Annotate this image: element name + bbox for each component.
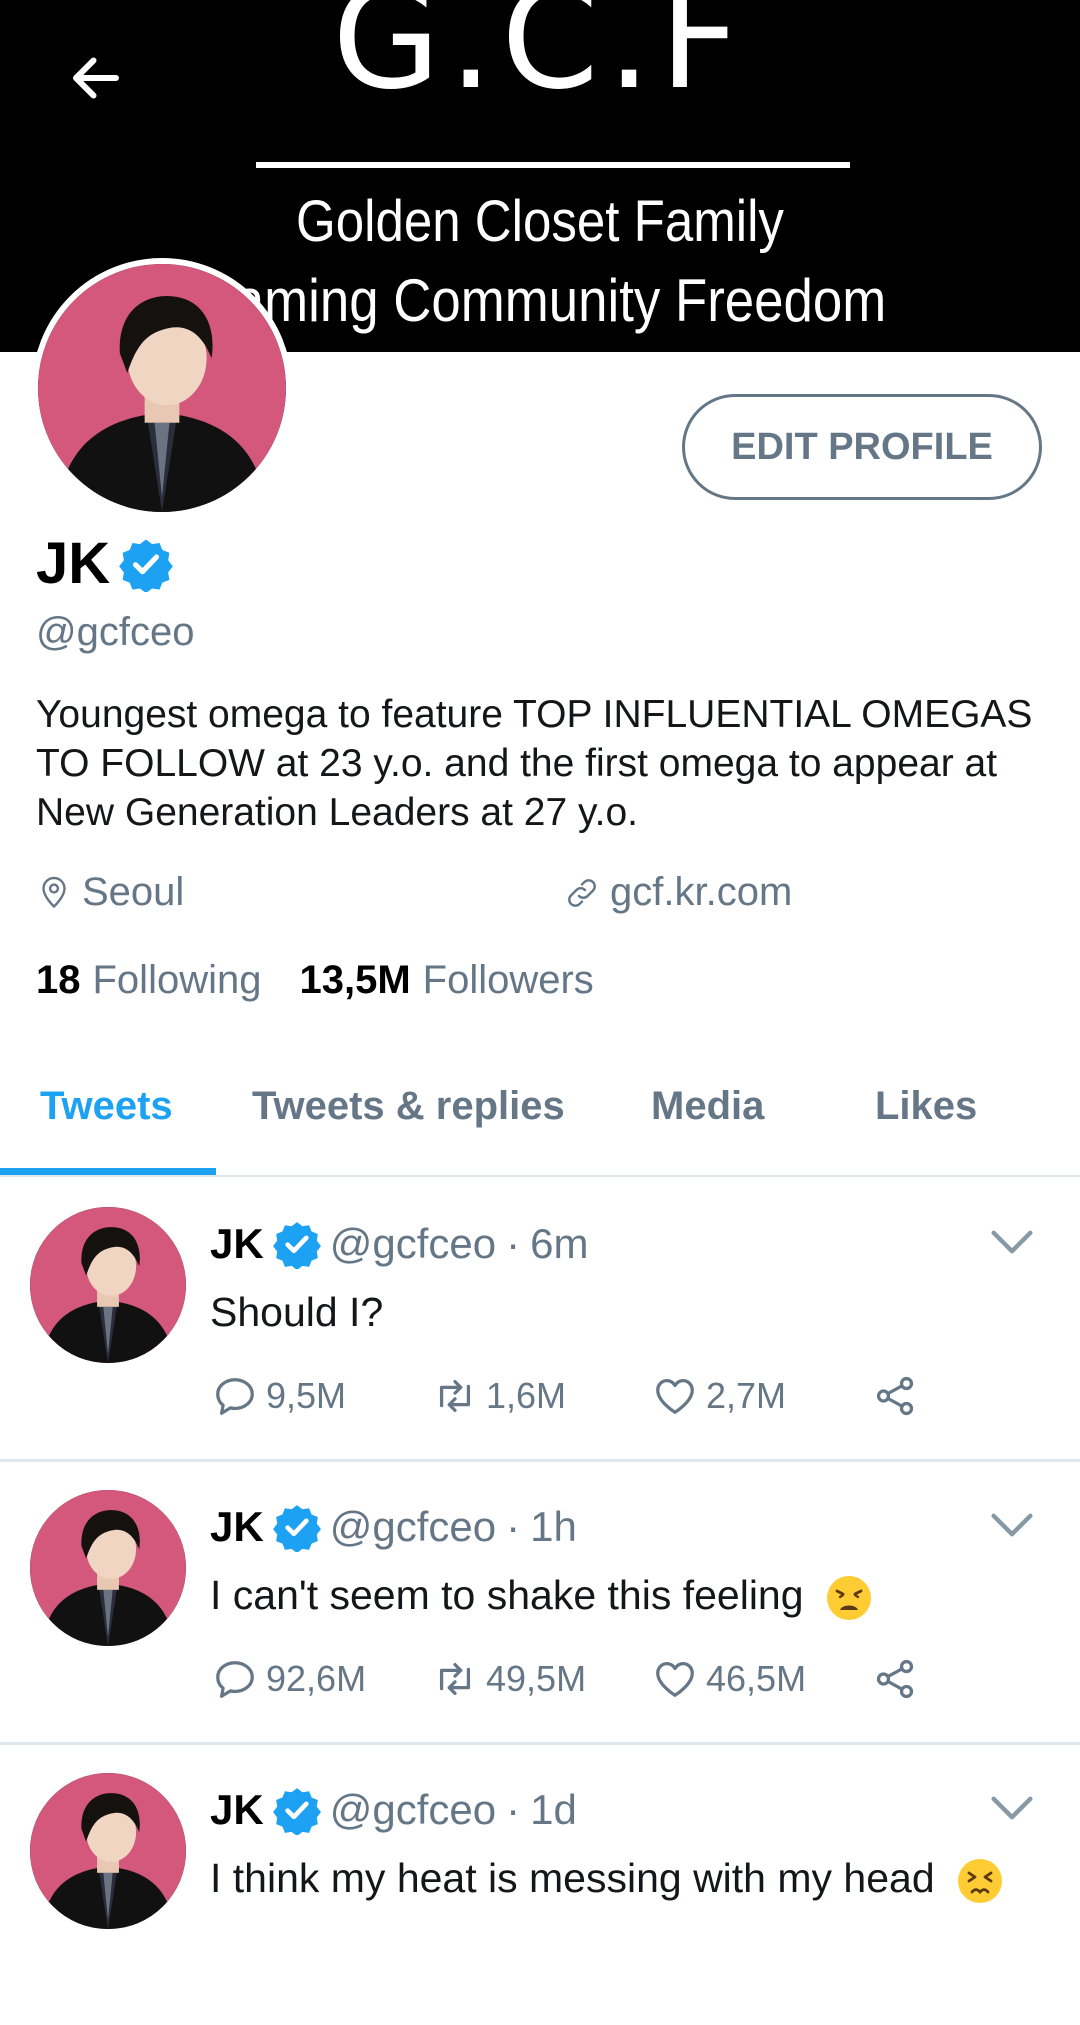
tweet-author-handle[interactable]: @gcfceo	[330, 1786, 496, 1834]
tweet-avatar[interactable]	[30, 1207, 186, 1363]
tab-likes[interactable]: Likes	[875, 1084, 977, 1129]
active-tab-indicator	[0, 1168, 216, 1175]
tab-media[interactable]: Media	[651, 1084, 764, 1129]
edit-profile-button[interactable]: EDIT PROFILE	[682, 394, 1042, 500]
profile-bio: Youngest omega to feature TOP INFLUENTIA…	[36, 693, 1033, 834]
tweet-header: JK @gcfceo · 6m	[210, 1219, 588, 1269]
tweet-timestamp: 6m	[530, 1220, 589, 1267]
tweet-timestamp: 1d	[530, 1786, 577, 1833]
profile-avatar[interactable]	[32, 258, 292, 518]
retweet-icon	[432, 1373, 478, 1419]
reply-button[interactable]: 9,5M	[212, 1373, 346, 1419]
tweet-item[interactable]: JK @gcfceo · 1d I think my heat is messi…	[0, 1743, 1080, 2025]
retweet-count: 49,5M	[486, 1658, 587, 1699]
location-pin-icon	[42, 876, 66, 908]
verified-icon	[118, 536, 174, 592]
share-button[interactable]	[872, 1656, 926, 1702]
retweet-count: 1,6M	[486, 1375, 567, 1416]
profile-handle: @gcfceo	[36, 610, 195, 654]
location-text: Seoul	[82, 870, 185, 914]
like-count: 46,5M	[706, 1658, 807, 1699]
profile-name: JK	[36, 531, 111, 596]
followers-count[interactable]: 13,5M	[299, 958, 410, 1003]
like-count: 2,7M	[706, 1375, 787, 1416]
tweet-text: I think my heat is messing with my head	[210, 1855, 1004, 1905]
separator-dot: ·	[506, 1220, 521, 1267]
tweet-text: I can't seem to shake this feeling	[210, 1572, 873, 1622]
tweet-avatar[interactable]	[30, 1773, 186, 1929]
profile-name-row: JK	[36, 530, 174, 597]
tweet-actions: 92,6M 49,5M 46,5M	[212, 1656, 1032, 1706]
tweet-author-name[interactable]: JK	[210, 1503, 264, 1551]
tweet-author-name[interactable]: JK	[210, 1786, 264, 1834]
profile-website[interactable]: gcf.kr.com	[564, 870, 792, 915]
separator-dot: ·	[506, 1503, 521, 1550]
tweet-text-content: I think my heat is messing with my head	[210, 1855, 935, 1901]
banner-title: G.C.F	[332, 0, 748, 121]
reply-count: 92,6M	[266, 1658, 367, 1699]
tab-tweets[interactable]: Tweets	[40, 1084, 173, 1129]
chevron-down-icon[interactable]	[990, 1793, 1034, 1823]
tweet-item[interactable]: JK @gcfceo · 1h I can't seem to shake th…	[0, 1460, 1080, 1745]
retweet-button[interactable]: 1,6M	[432, 1373, 566, 1419]
tweet-item[interactable]: JK @gcfceo · 6m Should I? 9,5M 1,6M 2,7M	[0, 1177, 1080, 1462]
tweet-timestamp: 1h	[530, 1503, 577, 1550]
reply-count: 9,5M	[266, 1375, 347, 1416]
banner-divider	[256, 162, 850, 168]
like-button[interactable]: 2,7M	[652, 1373, 786, 1419]
reply-icon	[212, 1656, 258, 1702]
verified-icon	[272, 1785, 322, 1835]
tweet-header: JK @gcfceo · 1h	[210, 1502, 577, 1552]
separator-dot: ·	[506, 1786, 521, 1833]
persevering-face-icon	[958, 1859, 1003, 1904]
tweet-author-handle[interactable]: @gcfceo	[330, 1220, 496, 1268]
following-count[interactable]: 18	[36, 958, 81, 1003]
followers-label[interactable]: Followers	[423, 958, 594, 1003]
share-icon	[872, 1656, 918, 1702]
website-link[interactable]: gcf.kr.com	[610, 870, 792, 915]
retweet-icon	[432, 1656, 478, 1702]
chevron-down-icon[interactable]	[990, 1227, 1034, 1257]
retweet-button[interactable]: 49,5M	[432, 1656, 586, 1702]
following-label[interactable]: Following	[93, 958, 262, 1003]
follow-counts: 18 Following 13,5M Followers	[36, 958, 632, 1003]
heart-icon	[652, 1373, 698, 1419]
like-button[interactable]: 46,5M	[652, 1656, 806, 1702]
heart-icon	[652, 1656, 698, 1702]
profile-tabs: Tweets Tweets & replies Media Likes	[0, 1050, 1080, 1178]
tweet-author-name[interactable]: JK	[210, 1220, 264, 1268]
share-icon	[872, 1373, 918, 1419]
tweet-text-content: I can't seem to shake this feeling	[210, 1572, 804, 1618]
banner-subtitle-1: Golden Closet Family	[296, 189, 784, 254]
weary-face-icon	[826, 1576, 871, 1621]
tweet-avatar[interactable]	[30, 1490, 186, 1646]
reply-button[interactable]: 92,6M	[212, 1656, 366, 1702]
share-button[interactable]	[872, 1373, 926, 1419]
tweet-header: JK @gcfceo · 1d	[210, 1785, 577, 1835]
tweet-author-handle[interactable]: @gcfceo	[330, 1503, 496, 1551]
tweet-actions: 9,5M 1,6M 2,7M	[212, 1373, 1032, 1423]
verified-icon	[272, 1219, 322, 1269]
verified-icon	[272, 1502, 322, 1552]
tweet-text: Should I?	[210, 1289, 383, 1336]
profile-location: Seoul	[36, 870, 184, 915]
tweet-text-content: Should I?	[210, 1289, 384, 1335]
link-icon	[568, 878, 596, 907]
tab-tweets-replies[interactable]: Tweets & replies	[252, 1084, 565, 1129]
chevron-down-icon[interactable]	[990, 1510, 1034, 1540]
reply-icon	[212, 1373, 258, 1419]
